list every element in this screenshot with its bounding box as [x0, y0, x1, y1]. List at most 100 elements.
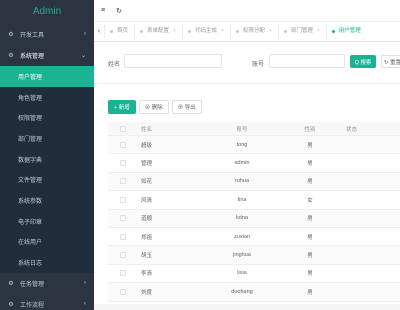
cell-name: 胡玉	[141, 253, 153, 260]
sidebar-item-users[interactable]: 用户管理	[0, 66, 94, 87]
table-row[interactable]: 道顺 kdna 男	[108, 209, 400, 228]
menu-toggle-icon[interactable]: ≡	[96, 7, 110, 14]
table-body: 超级 tong 男管理 admin 男如花 ruhua 男风清 tina 女道顺 kdna 男郑祖 z…	[108, 136, 400, 302]
table-row[interactable]: 管理 admin 男	[108, 154, 400, 173]
row-select-cell	[108, 178, 138, 185]
table-row[interactable]: 超级 tong 男	[108, 136, 400, 155]
sidebar-group-system[interactable]: ⚙ 系统管理 ⌄	[0, 45, 94, 66]
tab-codegen[interactable]: 代码生成 ×	[181, 25, 230, 38]
cell-gender: 男	[307, 234, 313, 241]
name-input[interactable]	[125, 55, 221, 67]
cell-gender: 男	[307, 161, 313, 168]
tab-label: 部门管理	[290, 28, 313, 34]
tab-dot-icon	[140, 30, 144, 33]
row-checkbox[interactable]	[120, 233, 126, 240]
tab-label: 权限分配	[242, 28, 265, 34]
close-icon[interactable]: ×	[173, 25, 176, 38]
row-checkbox[interactable]	[120, 288, 126, 295]
refresh-icon[interactable]: ↻	[112, 7, 126, 15]
row-checkbox[interactable]	[120, 178, 126, 185]
export-button[interactable]: ⊕ 导出	[171, 100, 202, 114]
sidebar: Admin ⚙ 开发工具 ‹ ⚙ 系统管理 ⌄ 用户管理 角色管理 权限管理 部…	[0, 0, 94, 310]
row-checkbox[interactable]	[120, 215, 126, 222]
tab-home[interactable]: 首页	[104, 25, 134, 38]
chevron-down-icon: ⌄	[80, 53, 86, 59]
chevron-left-icon: ‹	[84, 31, 86, 37]
tab-dot-icon	[331, 30, 335, 33]
cell-gender: 男	[307, 216, 313, 223]
table-row[interactable]: 如花 ruhua 男	[108, 172, 400, 192]
delete-button[interactable]: ⊗ 删除	[138, 100, 169, 114]
sidebar-group-label: 工作流程	[20, 302, 45, 309]
header-name: 姓名	[141, 126, 153, 133]
table-row[interactable]: 郑祖 zuxian 男	[108, 228, 400, 247]
sidebar-group-label: 任务管理	[20, 281, 45, 288]
top-bar: ≡ ↻	[94, 0, 400, 22]
sidebar-item-roles[interactable]: 角色管理	[0, 87, 94, 108]
sidebar-group-dev-tools[interactable]: ⚙ 开发工具 ‹	[0, 24, 94, 45]
sidebar-item-departments[interactable]: 部门管理	[0, 128, 94, 149]
tab-permission[interactable]: 权限分配 ×	[229, 25, 278, 38]
cell-gender: 女	[307, 197, 313, 204]
tab-label: 首页	[117, 28, 129, 34]
brand-title: Admin	[32, 6, 62, 17]
chevron-left-icon: ‹	[84, 279, 86, 286]
table-row[interactable]: 刘度 duohang 男	[108, 283, 400, 302]
close-icon[interactable]: ×	[269, 25, 272, 38]
gear-icon: ⚙	[8, 280, 14, 287]
row-checkbox[interactable]	[120, 270, 126, 277]
tab-form-config[interactable]: 表单配置 ×	[134, 25, 182, 38]
add-button[interactable]: + 新增	[108, 100, 136, 114]
row-select-cell	[108, 141, 138, 148]
account-label: 账号	[252, 62, 265, 68]
sidebar-item-dictionary[interactable]: 数据字典	[0, 149, 94, 170]
row-select-cell	[108, 196, 138, 203]
close-icon[interactable]: ×	[317, 25, 320, 38]
row-select-cell	[108, 270, 138, 277]
sidebar-item-permissions[interactable]: 权限管理	[0, 107, 94, 128]
cell-name: 刘度	[141, 289, 153, 296]
account-input[interactable]	[270, 55, 344, 67]
sidebar-submenu: 用户管理 角色管理 权限管理 部门管理 数据字典 文件管理 系统参数 电子印章 …	[0, 66, 94, 273]
row-checkbox[interactable]	[120, 141, 126, 148]
cell-name: 郑祖	[141, 234, 153, 241]
cell-account: zuxian	[234, 233, 250, 240]
sidebar-item-seal[interactable]: 电子印章	[0, 211, 94, 232]
sidebar-group-label: 系统管理	[20, 54, 45, 60]
tab-departments[interactable]: 部门管理 ×	[277, 25, 326, 38]
sidebar-item-files[interactable]: 文件管理	[0, 169, 94, 190]
row-checkbox[interactable]	[120, 160, 126, 167]
tab-dot-icon	[283, 30, 287, 33]
cell-name: 如花	[141, 179, 153, 186]
sidebar-item-logs[interactable]: 系统日志	[0, 252, 94, 273]
table-row[interactable]: 胡玉 jinghua 男	[108, 246, 400, 265]
table-toolbar: + 新增 ⊗ 删除 ⊕ 导出	[108, 100, 202, 114]
search-button[interactable]: Q 搜索	[350, 55, 376, 68]
cell-name: 风清	[141, 197, 153, 204]
row-checkbox[interactable]	[120, 196, 126, 203]
sidebar-item-params[interactable]: 系统参数	[0, 190, 94, 211]
cell-name: 道顺	[141, 216, 153, 223]
cell-name: 管理	[141, 161, 153, 168]
chevron-left-icon: ‹	[84, 300, 86, 307]
cell-gender: 男	[307, 289, 313, 296]
close-icon[interactable]: ×	[221, 25, 224, 38]
tab-label: 用户管理	[338, 28, 361, 34]
sidebar-item-online-users[interactable]: 在线用户	[0, 232, 94, 253]
reset-button[interactable]: ↻ 重置	[381, 55, 400, 68]
horizontal-scrollbar[interactable]	[94, 304, 400, 310]
users-table: 姓名 账号 性别 状态 超级 tong 男管理 admin 男如花 ruhua 男风清 tin…	[108, 122, 400, 302]
cell-account: jinghua	[233, 252, 251, 259]
select-all-checkbox[interactable]	[120, 125, 126, 132]
tabs-prev-icon[interactable]: ‹	[94, 28, 104, 35]
cell-account: duohang	[231, 288, 253, 295]
sidebar-group-workflow[interactable]: ⚙ 工作流程 ‹	[0, 294, 94, 310]
cell-account: tina	[237, 196, 247, 203]
gear-icon: ⚙	[8, 53, 14, 59]
tab-users[interactable]: 用户管理	[325, 25, 367, 38]
table-row[interactable]: 风清 tina 女	[108, 191, 400, 210]
sidebar-group-tasks[interactable]: ⚙ 任务管理 ‹	[0, 273, 94, 294]
cell-account: kdna	[236, 215, 248, 222]
row-checkbox[interactable]	[120, 252, 126, 259]
table-row[interactable]: 李清 lixia 男	[108, 265, 400, 284]
